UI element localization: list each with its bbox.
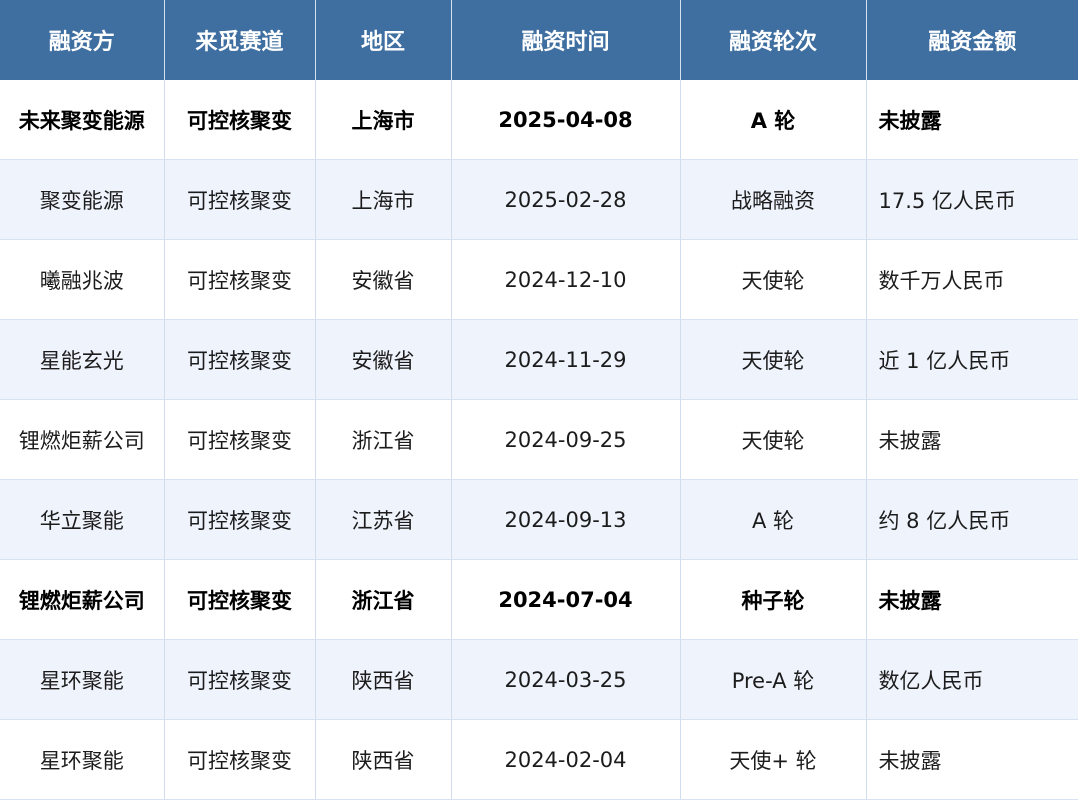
table-row: 未来聚变能源 可控核聚变 上海市 2025-04-08 A 轮未披露 (0, 80, 1078, 160)
cell-region: 陕西省 (315, 719, 452, 800)
cell-round: 种子轮 (680, 559, 867, 640)
cell-round: A 轮 (680, 80, 867, 160)
table-row: 锂燃炬薪公司 可控核聚变 浙江省 2024-07-04 种子轮 未披露 (0, 559, 1078, 640)
cell-track: 可控核聚变 (164, 239, 316, 320)
cell-company: 锂燃炬薪公司 (0, 399, 165, 480)
cell-track: 可控核聚变 (164, 399, 316, 480)
cell-track: 可控核聚变 (164, 559, 316, 640)
cell-date: 2024-09-13 (451, 479, 681, 560)
header-region: 地区 (315, 0, 452, 80)
cell-region: 浙江省 (315, 399, 452, 480)
cell-region: 安徽省 (315, 319, 452, 400)
cell-company: 未来聚变能源 (0, 80, 165, 160)
table-row: 星环聚能 可控核聚变 陕西省 2024-02-04 天使+ 轮未披露 (0, 719, 1078, 800)
cell-amount: 未披露 (866, 719, 1078, 800)
cell-company: 锂燃炬薪公司 (0, 559, 165, 640)
cell-date: 2024-11-29 (451, 319, 681, 400)
cell-amount: 未披露 (866, 80, 1078, 160)
cell-amount: 约 8 亿人民币 (866, 479, 1078, 560)
table-row: 星环聚能 可控核聚变 陕西省 2024-03-25 Pre-A 轮数亿人民币 (0, 639, 1078, 720)
cell-region: 上海市 (315, 159, 452, 240)
cell-date: 2024-12-10 (451, 239, 681, 320)
cell-amount: 17.5 亿人民币 (866, 159, 1078, 240)
cell-round: 天使轮 (680, 399, 867, 480)
cell-company: 曦融兆波 (0, 239, 165, 320)
cell-region: 浙江省 (315, 559, 452, 640)
table-body: 未来聚变能源 可控核聚变 上海市 2025-04-08 A 轮未披露 聚变能源 可控核聚变上… (0, 80, 1078, 800)
header-round: 融资轮次 (680, 0, 867, 80)
cell-amount: 未披露 (866, 399, 1078, 480)
cell-amount: 数千万人民币 (866, 239, 1078, 320)
header-row: 融资方 来觅赛道 地区 融资时间 融资轮次 融资金额 (0, 0, 1078, 80)
cell-round: 天使+ 轮 (680, 719, 867, 800)
cell-round: 天使轮 (680, 319, 867, 400)
financing-table: 融资方 来觅赛道 地区 融资时间 融资轮次 融资金额 未来聚变能源 可控核聚变 上海… (0, 0, 1078, 800)
cell-round: 战略融资 (680, 159, 867, 240)
cell-track: 可控核聚变 (164, 639, 316, 720)
cell-date: 2024-02-04 (451, 719, 681, 800)
cell-region: 陕西省 (315, 639, 452, 720)
cell-date: 2024-07-04 (451, 559, 681, 640)
cell-amount: 未披露 (866, 559, 1078, 640)
cell-amount: 数亿人民币 (866, 639, 1078, 720)
cell-date: 2025-02-28 (451, 159, 681, 240)
cell-round: A 轮 (680, 479, 867, 560)
cell-date: 2025-04-08 (451, 80, 681, 160)
cell-track: 可控核聚变 (164, 80, 316, 160)
cell-company: 华立聚能 (0, 479, 165, 560)
cell-date: 2024-09-25 (451, 399, 681, 480)
table-row: 锂燃炬薪公司 可控核聚变 浙江省 2024-09-25 天使轮 未披露 (0, 399, 1078, 480)
cell-track: 可控核聚变 (164, 159, 316, 240)
cell-region: 上海市 (315, 80, 452, 160)
cell-company: 星环聚能 (0, 639, 165, 720)
cell-round: Pre-A 轮 (680, 639, 867, 720)
header-company: 融资方 (0, 0, 165, 80)
table-row: 聚变能源 可控核聚变 上海市 2025-02-28 战略融资 17.5 亿人民币 (0, 159, 1078, 240)
cell-region: 江苏省 (315, 479, 452, 560)
table-row: 星能玄光 可控核聚变 安徽省 2024-11-29 天使轮近 1 亿人民币 (0, 319, 1078, 400)
table-row: 华立聚能 可控核聚变 江苏省 2024-09-13 A 轮约 8 亿人民币 (0, 479, 1078, 560)
header-track: 来觅赛道 (164, 0, 316, 80)
cell-company: 星环聚能 (0, 719, 165, 800)
header-date: 融资时间 (451, 0, 681, 80)
cell-region: 安徽省 (315, 239, 452, 320)
header-amount: 融资金额 (866, 0, 1078, 80)
cell-track: 可控核聚变 (164, 719, 316, 800)
cell-company: 星能玄光 (0, 319, 165, 400)
cell-track: 可控核聚变 (164, 319, 316, 400)
cell-track: 可控核聚变 (164, 479, 316, 560)
cell-amount: 近 1 亿人民币 (866, 319, 1078, 400)
cell-date: 2024-03-25 (451, 639, 681, 720)
cell-company: 聚变能源 (0, 159, 165, 240)
table-row: 曦融兆波 可控核聚变 安徽省 2024-12-10 天使轮 数千万人民币 (0, 239, 1078, 320)
cell-round: 天使轮 (680, 239, 867, 320)
table-header: 融资方 来觅赛道 地区 融资时间 融资轮次 融资金额 (0, 0, 1078, 80)
